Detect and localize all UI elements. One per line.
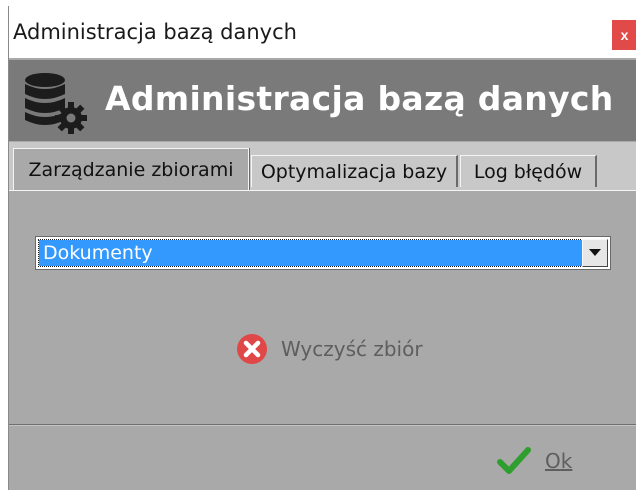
ok-label: Ok <box>545 449 573 473</box>
dropdown-button[interactable] <box>582 239 608 267</box>
dataset-select[interactable]: Dokumenty <box>35 236 611 270</box>
tab-panel: Dokumenty Wyczyść zbiór <box>9 190 636 425</box>
clear-dataset-button[interactable]: Wyczyść zbiór <box>235 331 423 367</box>
close-icon: x <box>620 27 629 43</box>
clear-dataset-label: Wyczyść zbiór <box>281 337 423 361</box>
header-title: Administracja bazą danych <box>105 79 614 118</box>
title-bar[interactable]: Administracja bazą danych x <box>9 6 636 58</box>
tab-strip: Zarządzanie zbiorami Optymalizacja bazy … <box>9 142 636 190</box>
dialog-header: Administracja bazą danych <box>9 60 636 141</box>
database-settings-icon <box>25 73 87 134</box>
clear-icon <box>237 334 267 364</box>
tab-log-bledow[interactable]: Log błędów <box>460 155 597 187</box>
chevron-down-icon <box>589 249 601 256</box>
footer-divider-highlight <box>9 425 636 426</box>
checkmark-icon <box>497 447 531 474</box>
tab-optymalizacja-bazy[interactable]: Optymalizacja bazy <box>251 155 458 187</box>
dataset-select-value[interactable]: Dokumenty <box>38 239 583 267</box>
close-button[interactable]: x <box>612 20 636 50</box>
window-title: Administracja bazą danych <box>13 20 297 44</box>
ok-button[interactable]: Ok <box>497 443 572 479</box>
tab-zarzadzanie-zbiorami[interactable]: Zarządzanie zbiorami <box>13 148 249 190</box>
dialog-window: Administracja bazą danych x Administracj… <box>8 6 636 490</box>
